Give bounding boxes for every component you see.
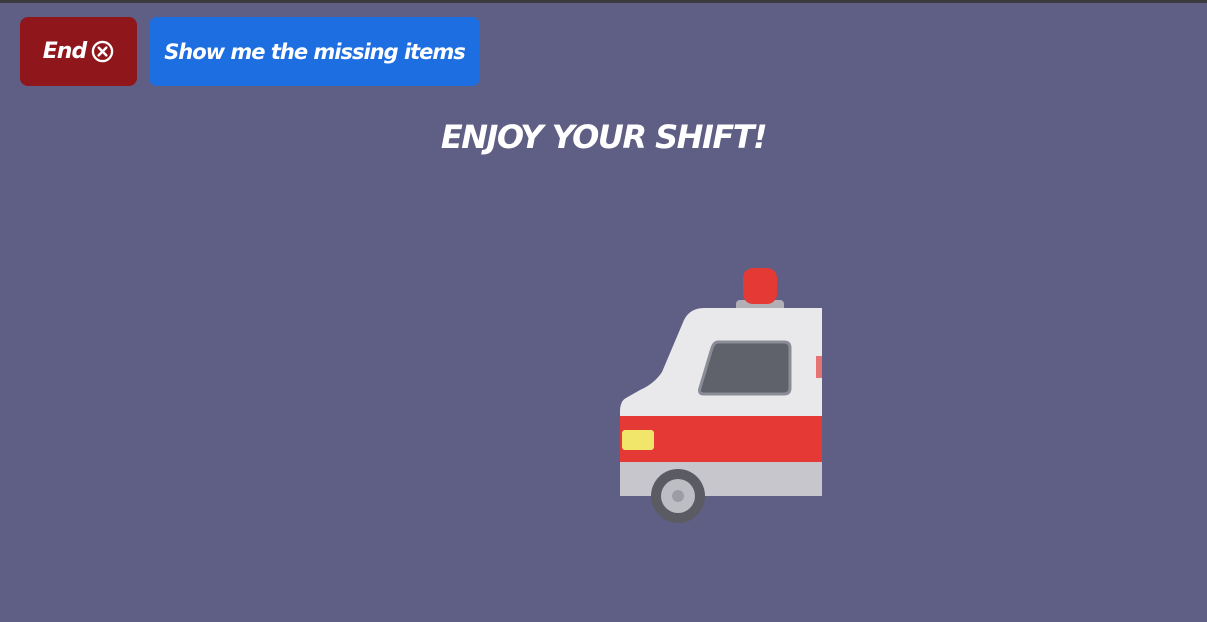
show-missing-items-button[interactable]: Show me the missing items [149, 17, 480, 86]
end-button-label: End [42, 39, 87, 64]
end-button[interactable]: End [20, 17, 137, 86]
circle-x-icon [91, 40, 114, 63]
ambulance-icon [620, 268, 822, 523]
top-border [0, 0, 1207, 3]
show-missing-items-label: Show me the missing items [164, 39, 466, 64]
page-title: ENJOY YOUR SHIFT! [440, 118, 768, 156]
